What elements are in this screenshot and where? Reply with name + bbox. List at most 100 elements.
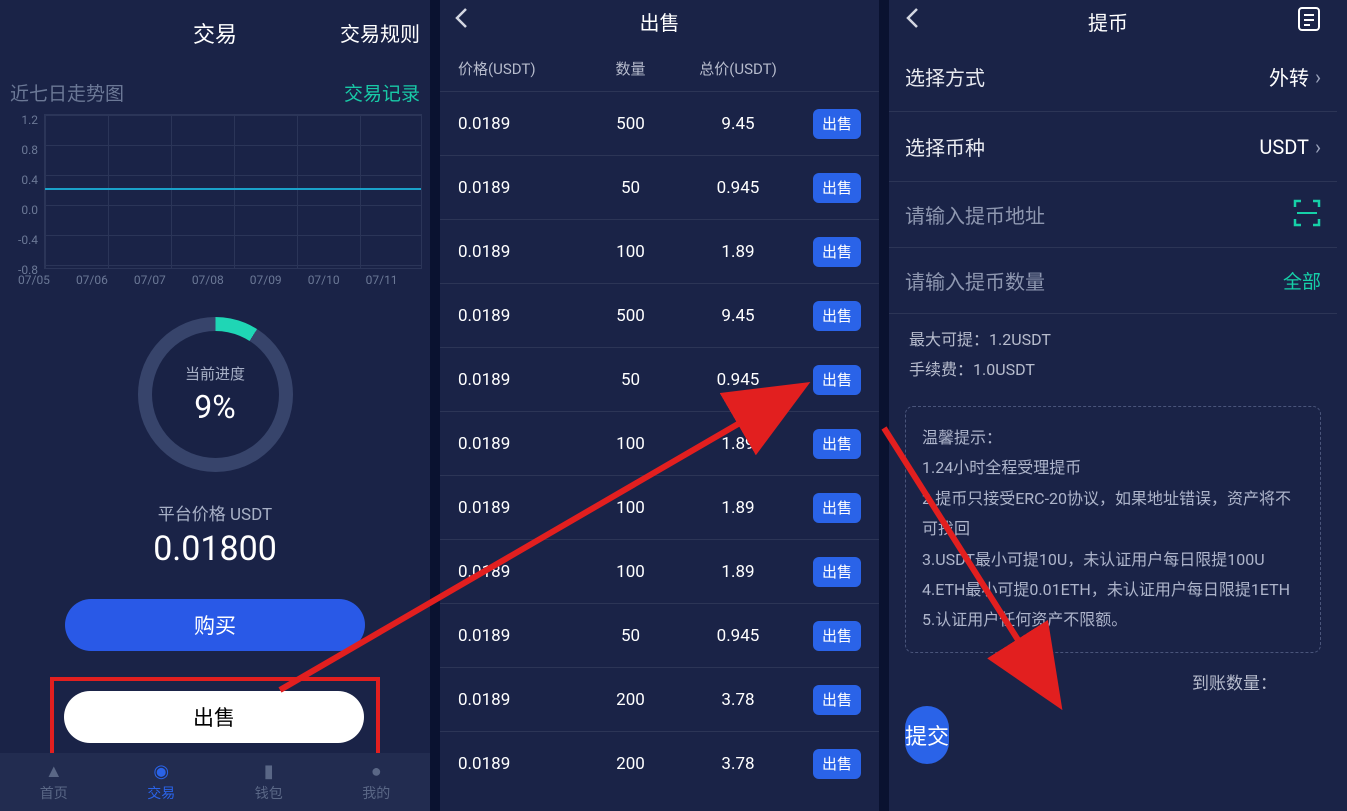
bottom-tab-bar: ▲ 首页 ◉ 交易 ▮ 钱包 ● 我的 — [0, 753, 430, 811]
col-price: 价格(USDT) — [458, 58, 578, 79]
withdraw-header: 提币 — [889, 0, 1337, 42]
chart-x-axis: 07/05 07/06 07/07 07/08 07/09 07/10 07/1… — [18, 269, 422, 287]
cell-price: 0.0189 — [458, 306, 578, 326]
all-amount-button[interactable]: 全部 — [1283, 267, 1321, 294]
row-sell-button[interactable]: 出售 — [813, 621, 861, 651]
table-row: 0.01891001.89出售 — [440, 539, 879, 603]
chart-trend-line — [45, 188, 421, 190]
tab-trade[interactable]: ◉ 交易 — [108, 753, 216, 811]
row-sell-button[interactable]: 出售 — [813, 685, 861, 715]
tip-2: 2.提币只接受ERC-20协议，如果地址错误，资产将不可找回 — [922, 484, 1304, 545]
row-sell-button[interactable]: 出售 — [813, 429, 861, 459]
cell-price: 0.0189 — [458, 626, 578, 646]
method-label: 选择方式 — [905, 62, 985, 91]
user-icon: ● — [365, 762, 387, 782]
method-value: 外转 — [1269, 62, 1309, 91]
trade-rules-link[interactable]: 交易规则 — [340, 18, 420, 47]
sell-column-headers: 价格(USDT) 数量 总价(USDT) — [440, 42, 879, 91]
row-sell-button[interactable]: 出售 — [813, 749, 861, 779]
cell-qty: 100 — [578, 498, 683, 518]
screen-trade: 交易 交易规则 近七日走势图 交易记录 1.2 0.8 0.4 0.0 -0.4… — [0, 0, 440, 811]
cell-qty: 100 — [578, 434, 683, 454]
chart-y-axis: 1.2 0.8 0.4 0.0 -0.4 -0.8 — [8, 114, 38, 294]
sell-button[interactable]: 出售 — [64, 691, 364, 743]
col-qty: 数量 — [578, 58, 683, 79]
table-row: 0.01892003.78 出售 — [440, 667, 879, 731]
page-title: 交易 — [193, 17, 237, 49]
address-input[interactable]: 请输入提币地址 — [905, 200, 1045, 229]
row-sell-button[interactable]: 出售 — [813, 557, 861, 587]
chevron-left-icon — [454, 7, 468, 29]
cell-total: 0.945 — [683, 626, 793, 646]
cell-total: 0.945 — [683, 178, 793, 198]
credit-amount-label: 到账数量： — [889, 661, 1337, 696]
cell-price: 0.0189 — [458, 114, 578, 134]
tab-me[interactable]: ● 我的 — [323, 753, 431, 811]
cell-price: 0.0189 — [458, 242, 578, 262]
cell-total: 3.78 — [683, 754, 793, 774]
tab-home[interactable]: ▲ 首页 — [0, 753, 108, 811]
cell-total: 1.89 — [683, 434, 793, 454]
max-withdraw: 最大可提：1.2USDT — [909, 326, 1317, 350]
cell-total: 1.89 — [683, 562, 793, 582]
progress-gauge: 当前进度 9% — [138, 317, 293, 472]
table-row: 0.01895009.45 出售 — [440, 283, 879, 347]
back-button[interactable] — [905, 7, 919, 35]
tip-1: 1.24小时全程受理提币 — [922, 453, 1304, 483]
cell-total: 9.45 — [683, 306, 793, 326]
scan-icon — [1293, 199, 1321, 227]
records-icon[interactable] — [1297, 6, 1321, 36]
sell-highlight-box: 出售 — [50, 677, 380, 757]
cell-qty: 500 — [578, 114, 683, 134]
row-sell-button[interactable]: 出售 — [813, 237, 861, 267]
cell-total: 1.89 — [683, 498, 793, 518]
table-row: 0.0189500.945出售 — [440, 347, 879, 411]
platform-price: 0.01800 — [0, 529, 430, 569]
submit-button[interactable]: 提交 — [905, 706, 949, 764]
tab-wallet[interactable]: ▮ 钱包 — [215, 753, 323, 811]
tip-3: 3.USDT最小可提10U，未认证用户每日限提100U — [922, 545, 1304, 575]
tips-title: 温馨提示： — [922, 423, 1304, 453]
table-row: 0.01895009.45 出售 — [440, 91, 879, 155]
scan-qr-button[interactable] — [1293, 199, 1321, 231]
cell-price: 0.0189 — [458, 498, 578, 518]
cell-price: 0.0189 — [458, 434, 578, 454]
trade-icon: ◉ — [150, 762, 172, 782]
coin-row[interactable]: 选择币种 USDT › — [889, 112, 1337, 182]
coin-value: USDT — [1259, 135, 1309, 159]
gauge-percent: 9% — [194, 388, 235, 426]
wallet-icon: ▮ — [258, 762, 280, 782]
row-sell-button[interactable]: 出售 — [813, 301, 861, 331]
cell-price: 0.0189 — [458, 754, 578, 774]
buy-button[interactable]: 购买 — [65, 599, 365, 651]
row-sell-button[interactable]: 出售 — [813, 493, 861, 523]
cell-qty: 500 — [578, 306, 683, 326]
cell-total: 9.45 — [683, 114, 793, 134]
back-button[interactable] — [454, 7, 468, 35]
chevron-right-icon: › — [1315, 65, 1321, 89]
trade-records-link[interactable]: 交易记录 — [344, 79, 420, 106]
amount-input[interactable]: 请输入提币数量 — [905, 266, 1045, 295]
row-sell-button[interactable]: 出售 — [813, 173, 861, 203]
chart-header: 近七日走势图 交易记录 — [0, 65, 430, 114]
sell-orders-list[interactable]: 0.01895009.45出售0.0189500.945出售0.01891001… — [440, 91, 879, 795]
home-icon: ▲ — [43, 762, 65, 782]
table-row: 0.01891001.89 出售 — [440, 475, 879, 539]
row-sell-button[interactable]: 出售 — [813, 109, 861, 139]
tip-4: 4.ETH最小可提0.01ETH，未认证用户每日限提1ETH — [922, 575, 1304, 605]
table-row: 0.0189500.945出售 — [440, 603, 879, 667]
cell-qty: 200 — [578, 754, 683, 774]
cell-total: 3.78 — [683, 690, 793, 710]
row-sell-button[interactable]: 出售 — [813, 365, 861, 395]
sell-title: 出售 — [640, 7, 680, 36]
cell-qty: 200 — [578, 690, 683, 710]
table-row: 0.01891001.89出售 — [440, 219, 879, 283]
method-row[interactable]: 选择方式 外转 › — [889, 42, 1337, 112]
cell-price: 0.0189 — [458, 562, 578, 582]
fee-info: 手续费：1.0USDT — [909, 356, 1317, 380]
table-row: 0.0189500.945出售 — [440, 155, 879, 219]
cell-price: 0.0189 — [458, 690, 578, 710]
chevron-left-icon — [905, 7, 919, 29]
trade-header: 交易 交易规则 — [0, 0, 430, 65]
coin-label: 选择币种 — [905, 132, 985, 161]
